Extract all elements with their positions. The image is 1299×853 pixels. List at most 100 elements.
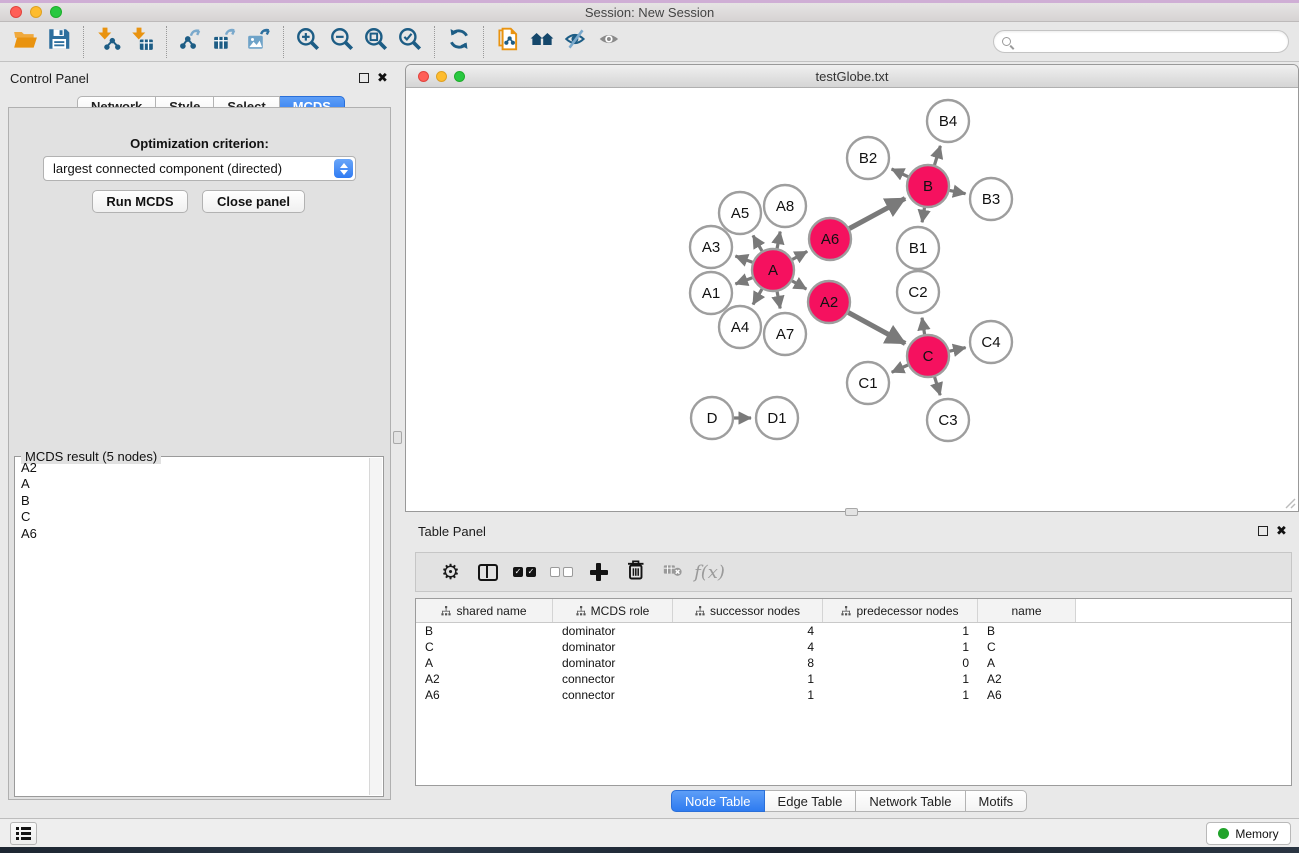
delete-table-button[interactable] — [654, 556, 691, 588]
graph-edge-A-A4[interactable] — [753, 289, 762, 305]
table-row[interactable]: A6 connector 1 1 A6 — [416, 687, 1291, 703]
column-header-successor-nodes[interactable]: successor nodes — [673, 599, 823, 622]
run-mcds-button[interactable]: Run MCDS — [92, 190, 188, 213]
splitter-grip-horizontal[interactable] — [845, 508, 858, 516]
control-panel-close-icon[interactable]: ✖ — [377, 72, 388, 84]
export-network-button[interactable] — [174, 26, 208, 58]
graph-node-A[interactable]: A — [752, 249, 794, 291]
table-row[interactable]: B dominator 4 1 B — [416, 623, 1291, 639]
graph-node-A2[interactable]: A2 — [808, 281, 850, 323]
unchecked-boxes-icon — [550, 567, 573, 577]
show-eye-button[interactable] — [593, 26, 627, 58]
table-panel-float-icon[interactable] — [1258, 526, 1268, 536]
list-item[interactable]: C — [16, 509, 368, 525]
tab-network-table[interactable]: Network Table — [856, 790, 965, 812]
hide-panels-button[interactable] — [559, 26, 593, 58]
tab-edge-table[interactable]: Edge Table — [765, 790, 857, 812]
splitter-grip-vertical[interactable] — [393, 431, 402, 444]
tab-node-table[interactable]: Node Table — [671, 790, 765, 812]
graph-edge-C-C3[interactable] — [935, 377, 941, 395]
graph-node-A6[interactable]: A6 — [809, 218, 851, 260]
network-window-titlebar[interactable]: testGlobe.txt — [406, 65, 1298, 88]
graph-node-B4[interactable]: B4 — [927, 100, 969, 142]
delete-column-button[interactable] — [617, 556, 654, 588]
show-all-columns-button[interactable]: ✓✓ — [506, 556, 543, 588]
graph-node-A4[interactable]: A4 — [719, 306, 761, 348]
zoom-out-button[interactable] — [325, 26, 359, 58]
graph-edge-A-A6[interactable] — [792, 251, 807, 259]
graph-node-C3[interactable]: C3 — [927, 399, 969, 441]
graph-edge-A-A1[interactable] — [735, 278, 752, 284]
export-table-button[interactable] — [208, 26, 242, 58]
list-item[interactable]: B — [16, 493, 368, 509]
graph-node-C[interactable]: C — [907, 335, 949, 377]
graph-edge-B-B4[interactable] — [935, 146, 941, 165]
column-header-mcds-role[interactable]: MCDS role — [553, 599, 673, 622]
graph-node-A7[interactable]: A7 — [764, 313, 806, 355]
zoom-in-button[interactable] — [291, 26, 325, 58]
graph-edge-B-B2[interactable] — [892, 169, 909, 177]
graph-edge-B-B1[interactable] — [922, 208, 924, 223]
export-image-button[interactable] — [242, 26, 276, 58]
memory-button[interactable]: Memory — [1206, 822, 1291, 845]
graph-node-C1[interactable]: C1 — [847, 362, 889, 404]
graph-edge-A-A8[interactable] — [777, 232, 780, 249]
graph-edge-C-C2[interactable] — [922, 318, 925, 335]
graph-node-A5[interactable]: A5 — [719, 192, 761, 234]
add-column-button[interactable] — [580, 556, 617, 588]
split-view-button[interactable] — [469, 556, 506, 588]
network-canvas[interactable]: B4 B2 B B3 A5A8A6 B1 A3 A C2 A1 A2 A4A7 C4 C C1 C3 D D1 — [407, 88, 1297, 510]
graph-node-B2[interactable]: B2 — [847, 137, 889, 179]
table-panel-close-icon[interactable]: ✖ — [1276, 525, 1287, 537]
graph-node-D1[interactable]: D1 — [756, 397, 798, 439]
list-item[interactable]: A2 — [16, 460, 368, 476]
graph-edge-A-A5[interactable] — [753, 236, 762, 252]
table-settings-button[interactable]: ⚙ — [432, 556, 469, 588]
home-button[interactable] — [525, 26, 559, 58]
graph-node-B3[interactable]: B3 — [970, 178, 1012, 220]
list-item[interactable]: A6 — [16, 526, 368, 542]
function-builder-button[interactable]: f(x) — [691, 556, 728, 588]
table-row[interactable]: A dominator 8 0 A — [416, 655, 1291, 671]
zoom-fit-button[interactable] — [359, 26, 393, 58]
graph-edge-A-A2[interactable] — [792, 281, 806, 289]
tab-motifs[interactable]: Motifs — [966, 790, 1028, 812]
graph-edge-A-A7[interactable] — [777, 292, 780, 309]
window-resize-grip[interactable] — [1284, 497, 1296, 509]
column-header-predecessor-nodes[interactable]: predecessor nodes — [823, 599, 978, 622]
graph-node-A1[interactable]: A1 — [690, 272, 732, 314]
save-session-button[interactable] — [42, 26, 76, 58]
graph-node-D[interactable]: D — [691, 397, 733, 439]
network-file-button[interactable] — [491, 26, 525, 58]
graph-edge-C-C4[interactable] — [950, 348, 966, 352]
control-panel-float-icon[interactable] — [359, 73, 369, 83]
graph-node-B1[interactable]: B1 — [897, 227, 939, 269]
graph-node-C2[interactable]: C2 — [897, 271, 939, 313]
graph-node-A3[interactable]: A3 — [690, 226, 732, 268]
import-table-button[interactable] — [125, 26, 159, 58]
list-item[interactable]: A — [16, 476, 368, 492]
close-panel-button[interactable]: Close panel — [202, 190, 305, 213]
table-row[interactable]: A2 connector 1 1 A2 — [416, 671, 1291, 687]
zoom-selected-button[interactable] — [393, 26, 427, 58]
mcds-result-list: A2 A B C A6 — [16, 460, 368, 795]
column-header-shared-name[interactable]: shared name — [416, 599, 553, 622]
graph-node-A8[interactable]: A8 — [764, 185, 806, 227]
search-input[interactable] — [1016, 33, 1288, 51]
graph-node-B[interactable]: B — [907, 165, 949, 207]
refresh-layout-button[interactable] — [442, 26, 476, 58]
graph-edge-A6-B[interactable] — [849, 198, 905, 228]
graph-edge-C-C1[interactable] — [892, 365, 908, 372]
table-row[interactable]: C dominator 4 1 C — [416, 639, 1291, 655]
criterion-dropdown[interactable]: largest connected component (directed) — [43, 156, 356, 181]
hide-all-columns-button[interactable] — [543, 556, 580, 588]
graph-edge-B-B3[interactable] — [950, 190, 966, 193]
import-network-button[interactable] — [91, 26, 125, 58]
open-session-button[interactable] — [8, 26, 42, 58]
graph-edge-A2-C[interactable] — [848, 313, 905, 344]
graph-node-C4[interactable]: C4 — [970, 321, 1012, 363]
scrollbar-track[interactable] — [369, 458, 382, 795]
status-menu-button[interactable] — [10, 822, 37, 845]
column-header-name[interactable]: name — [978, 599, 1076, 622]
graph-edge-A-A3[interactable] — [735, 256, 752, 262]
